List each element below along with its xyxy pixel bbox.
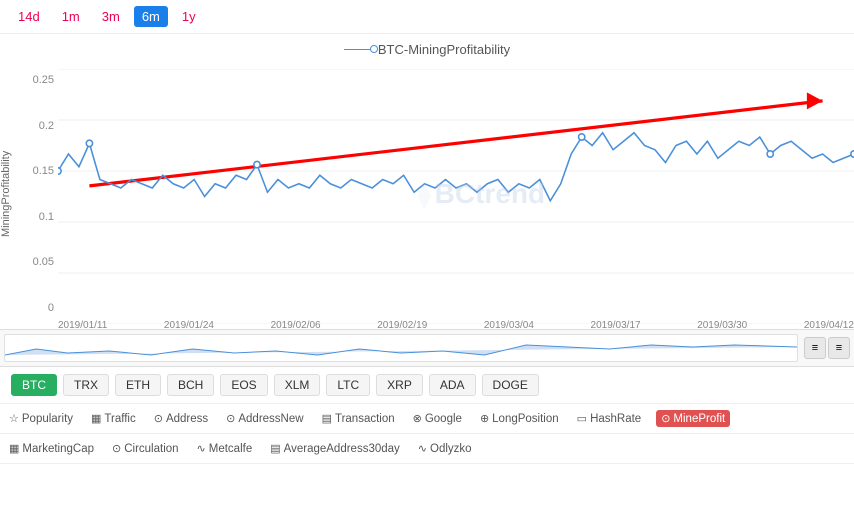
coin-btn-trx[interactable]: TRX bbox=[63, 374, 109, 396]
metric-mine-profit[interactable]: ⊙ MineProfit bbox=[656, 410, 730, 427]
chart-title-text: BTC-MiningProfitability bbox=[378, 42, 510, 57]
mini-chart[interactable] bbox=[4, 334, 798, 362]
coin-btn-ltc[interactable]: LTC bbox=[326, 374, 370, 396]
time-btn-1m[interactable]: 1m bbox=[54, 6, 88, 27]
metric-transaction[interactable]: ▤ Transaction bbox=[319, 410, 398, 427]
chart-svg bbox=[58, 69, 854, 324]
google-icon: ⊗ bbox=[413, 412, 422, 425]
metric-hash-rate[interactable]: ▭ HashRate bbox=[574, 410, 645, 427]
address-new-icon: ⊙ bbox=[226, 412, 235, 425]
x-axis: 2019/01/11 2019/01/24 2019/02/06 2019/02… bbox=[58, 320, 854, 331]
y-axis-label: MiningProfitability bbox=[0, 74, 16, 314]
coin-btn-eth[interactable]: ETH bbox=[115, 374, 161, 396]
chart-area: BTC-MiningProfitability MiningProfitabil… bbox=[0, 34, 854, 329]
metric-long-position[interactable]: ⊕ LongPosition bbox=[477, 410, 562, 427]
scroll-right-btn[interactable]: ≡ bbox=[828, 337, 850, 359]
metric-traffic[interactable]: ▦ Traffic bbox=[88, 410, 139, 427]
transaction-icon: ▤ bbox=[322, 412, 332, 425]
metric-avg-address-30day[interactable]: ▤ AverageAddress30day bbox=[267, 440, 403, 457]
marketing-cap-icon: ▦ bbox=[9, 442, 19, 455]
circulation-icon: ⊙ bbox=[112, 442, 121, 455]
x-label-1: 2019/01/24 bbox=[164, 320, 214, 331]
time-btn-3m[interactable]: 3m bbox=[94, 6, 128, 27]
coin-btn-doge[interactable]: DOGE bbox=[482, 374, 539, 396]
mine-profit-icon: ⊙ bbox=[661, 412, 670, 425]
hash-rate-icon: ▭ bbox=[577, 412, 587, 425]
odlyzko-icon: ∿ bbox=[418, 442, 427, 455]
metric-metcalfe[interactable]: ∿ Metcalfe bbox=[194, 440, 256, 457]
y-label-020: 0.2 bbox=[20, 120, 54, 132]
coin-btn-btc[interactable]: BTC bbox=[11, 374, 57, 396]
x-label-6: 2019/03/30 bbox=[697, 320, 747, 331]
time-btn-14d[interactable]: 14d bbox=[10, 6, 48, 27]
x-label-2: 2019/02/06 bbox=[271, 320, 321, 331]
scroll-buttons: ≡ ≡ bbox=[802, 337, 850, 359]
y-label-005: 0.05 bbox=[20, 256, 54, 268]
metric-address-new[interactable]: ⊙ AddressNew bbox=[223, 410, 306, 427]
metrics-bar-1: ☆ Popularity ▦ Traffic ⊙ Address ⊙ Addre… bbox=[0, 404, 854, 434]
chart-title: BTC-MiningProfitability bbox=[0, 34, 854, 59]
y-label-010: 0.1 bbox=[20, 211, 54, 223]
popularity-icon: ☆ bbox=[9, 412, 19, 425]
y-label-015: 0.15 bbox=[20, 165, 54, 177]
top-bar: 14d 1m 3m 6m 1y bbox=[0, 0, 854, 34]
metric-address[interactable]: ⊙ Address bbox=[151, 410, 211, 427]
mini-chart-bar: ≡ ≡ bbox=[0, 329, 854, 367]
time-btn-6m[interactable]: 6m bbox=[134, 6, 168, 27]
coin-btn-eos[interactable]: EOS bbox=[220, 374, 267, 396]
long-position-icon: ⊕ bbox=[480, 412, 489, 425]
y-label-025: 0.25 bbox=[20, 74, 54, 86]
avg-address-icon: ▤ bbox=[270, 442, 280, 455]
metric-circulation[interactable]: ⊙ Circulation bbox=[109, 440, 182, 457]
x-label-5: 2019/03/17 bbox=[591, 320, 641, 331]
address-icon: ⊙ bbox=[154, 412, 163, 425]
time-btn-1y[interactable]: 1y bbox=[174, 6, 204, 27]
metric-google[interactable]: ⊗ Google bbox=[410, 410, 465, 427]
y-label-000: 0 bbox=[20, 302, 54, 314]
x-label-0: 2019/01/11 bbox=[58, 320, 107, 331]
metric-marketing-cap[interactable]: ▦ MarketingCap bbox=[6, 440, 97, 457]
y-axis: 0.25 0.2 0.15 0.1 0.05 0 bbox=[16, 74, 58, 314]
coin-btn-ada[interactable]: ADA bbox=[429, 374, 476, 396]
metcalfe-icon: ∿ bbox=[197, 442, 206, 455]
coin-btn-bch[interactable]: BCH bbox=[167, 374, 214, 396]
x-label-4: 2019/03/04 bbox=[484, 320, 534, 331]
coin-btn-xrp[interactable]: XRP bbox=[376, 374, 423, 396]
x-label-3: 2019/02/19 bbox=[377, 320, 427, 331]
metric-odlyzko[interactable]: ∿ Odlyzko bbox=[415, 440, 475, 457]
scroll-left-btn[interactable]: ≡ bbox=[804, 337, 826, 359]
coin-btn-xlm[interactable]: XLM bbox=[274, 374, 321, 396]
coin-bar: BTC TRX ETH BCH EOS XLM LTC XRP ADA DOGE bbox=[0, 367, 854, 404]
metric-popularity[interactable]: ☆ Popularity bbox=[6, 410, 76, 427]
x-label-7: 2019/04/12 bbox=[804, 320, 854, 331]
metrics-bar-2: ▦ MarketingCap ⊙ Circulation ∿ Metcalfe … bbox=[0, 434, 854, 464]
traffic-icon: ▦ bbox=[91, 412, 101, 425]
